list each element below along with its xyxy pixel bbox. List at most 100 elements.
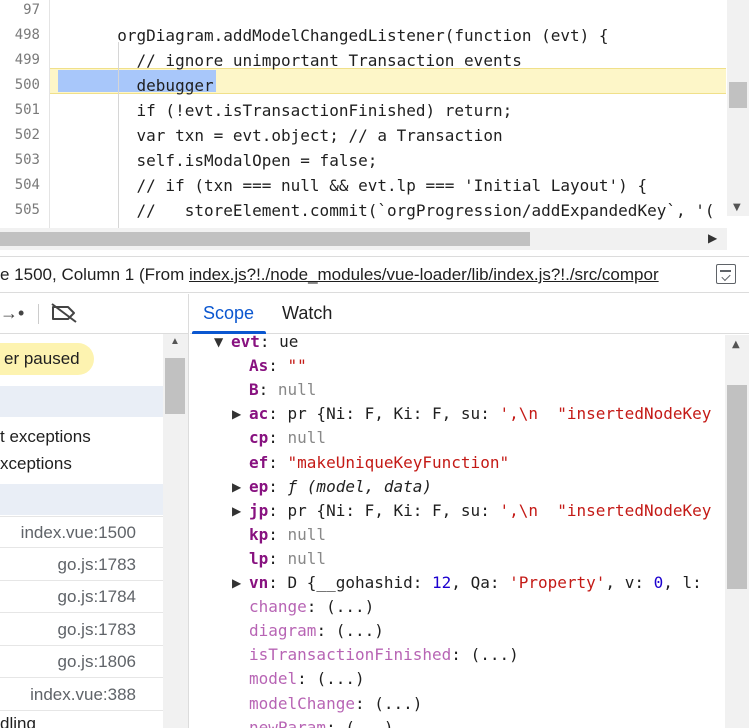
scope-property-row[interactable]: jp: pr {Ni: F, Ki: F, su: ',\n "inserted… bbox=[249, 499, 711, 523]
code-line[interactable]: self.isModalOpen = false; bbox=[98, 148, 378, 173]
line-number[interactable]: 504 bbox=[0, 173, 40, 198]
editor-vertical-scroll-thumb[interactable] bbox=[729, 82, 747, 108]
scroll-up-arrow-icon[interactable]: ▲ bbox=[732, 339, 740, 350]
sidebar-scrollbar[interactable]: ▲ bbox=[163, 334, 188, 728]
property-key: cp bbox=[249, 428, 269, 448]
scope-property-row[interactable]: model: (...) bbox=[249, 667, 365, 691]
property-key: As bbox=[249, 356, 269, 376]
property-value: , Qa: bbox=[451, 573, 510, 592]
property-value: 'Property' bbox=[509, 573, 606, 592]
collapsed-triangle-icon[interactable]: ▶ bbox=[232, 402, 241, 426]
property-key: B bbox=[249, 380, 259, 400]
scope-property-row[interactable]: lp: null bbox=[249, 547, 326, 571]
code-line[interactable]: // ignore unimportant Transaction events bbox=[98, 48, 522, 73]
breakpoints-section-header[interactable] bbox=[0, 386, 163, 417]
property-value: null bbox=[287, 524, 327, 544]
line-number[interactable]: 498 bbox=[0, 23, 40, 48]
scope-property-row[interactable]: modelChange: (...) bbox=[249, 692, 422, 716]
debugger-toolbar: →• bbox=[0, 294, 188, 334]
property-value: D {__gohashid: bbox=[287, 573, 433, 592]
call-stack-section-header[interactable] bbox=[0, 484, 163, 515]
line-number[interactable]: 502 bbox=[0, 123, 40, 148]
debugger-sidebar: →• er paused t exceptions xceptions inde… bbox=[0, 294, 189, 728]
property-key: jp bbox=[249, 500, 269, 520]
property-key: ac bbox=[249, 404, 269, 424]
line-number[interactable]: 501 bbox=[0, 98, 40, 123]
scope-property-row[interactable]: vn: D {__gohashid: 12, Qa: 'Property', v… bbox=[249, 571, 711, 595]
line-number[interactable]: 499 bbox=[0, 48, 40, 73]
scope-property-row[interactable]: B: null bbox=[249, 378, 316, 402]
scope-property-row[interactable]: As: "" bbox=[249, 354, 307, 378]
line-number[interactable]: 505 bbox=[0, 198, 40, 223]
scope-property-row[interactable]: cp: null bbox=[249, 426, 326, 450]
property-key: change bbox=[249, 597, 307, 617]
scope-property-row[interactable]: ef: "makeUniqueKeyFunction" bbox=[249, 451, 509, 475]
property-value: ue bbox=[279, 332, 299, 351]
editor-horizontal-scroll-thumb[interactable] bbox=[0, 232, 530, 246]
gutter-border bbox=[49, 0, 50, 230]
step-icon[interactable]: →• bbox=[0, 303, 24, 324]
scope-property-row[interactable]: evt: ue bbox=[231, 330, 298, 354]
property-value: null bbox=[287, 428, 327, 448]
property-value: null bbox=[287, 548, 327, 568]
property-value: (...) bbox=[345, 717, 394, 728]
property-value: ƒ (model, data) bbox=[287, 476, 433, 496]
scope-property-row[interactable]: change: (...) bbox=[249, 595, 374, 619]
coverage-icon[interactable] bbox=[716, 264, 736, 284]
property-value: pr {Ni: F, Ki: F, su: bbox=[287, 500, 500, 520]
scope-property-row[interactable]: ac: pr {Ni: F, Ki: F, su: ',\n "inserted… bbox=[249, 402, 711, 426]
pause-caught-exceptions-option[interactable]: xceptions bbox=[0, 454, 163, 474]
toolbar-separator bbox=[38, 304, 39, 324]
scope-property-row[interactable]: diagram: (...) bbox=[249, 619, 384, 643]
property-key: modelChange bbox=[249, 693, 355, 713]
editor-vertical-scrollbar[interactable]: ▼ bbox=[727, 0, 749, 216]
property-value: (...) bbox=[326, 597, 375, 617]
line-number[interactable]: 503 bbox=[0, 148, 40, 173]
call-frame-item[interactable]: index.vue:388 bbox=[0, 679, 163, 711]
call-frame-item[interactable]: go.js:1783 bbox=[0, 614, 163, 646]
pause-uncaught-exceptions-option[interactable]: t exceptions bbox=[0, 427, 163, 447]
scroll-up-arrow-icon[interactable]: ▲ bbox=[170, 336, 180, 347]
deactivate-breakpoints-icon[interactable] bbox=[50, 302, 78, 324]
code-line[interactable]: debugger bbox=[98, 73, 214, 98]
scope-scrollbar[interactable]: ▲ bbox=[725, 335, 749, 728]
editor-horizontal-scrollbar[interactable]: ▶ bbox=[0, 228, 727, 250]
property-key: vn bbox=[249, 573, 269, 592]
property-key: ep bbox=[249, 476, 269, 496]
code-line[interactable]: if (!evt.isTransactionFinished) return; bbox=[98, 98, 513, 123]
collapsed-triangle-icon[interactable]: ▶ bbox=[232, 499, 241, 523]
scope-property-row[interactable]: kp: null bbox=[249, 523, 326, 547]
property-value: "makeUniqueKeyFunction" bbox=[287, 452, 510, 472]
scroll-right-arrow-icon[interactable]: ▶ bbox=[708, 231, 717, 245]
scope-property-row[interactable]: ep: ƒ (model, data) bbox=[249, 475, 432, 499]
expanded-triangle-icon[interactable]: ▼ bbox=[214, 330, 223, 354]
code-line[interactable]: var txn = evt.object; // a Transaction bbox=[98, 123, 503, 148]
scroll-down-arrow-icon[interactable]: ▼ bbox=[733, 202, 741, 213]
source-editor[interactable]: 97 498 orgDiagram.addModelChangedListener… bbox=[0, 0, 749, 230]
call-frame-item[interactable]: go.js:1806 bbox=[0, 646, 163, 679]
tab-watch[interactable]: Watch bbox=[282, 303, 332, 324]
scope-property-row[interactable]: isTransactionFinished: (...) bbox=[249, 643, 519, 667]
collapsed-triangle-icon[interactable]: ▶ bbox=[232, 475, 241, 499]
line-number[interactable]: 97 bbox=[0, 0, 40, 23]
collapsed-triangle-icon[interactable]: ▶ bbox=[232, 571, 241, 595]
property-key: lp bbox=[249, 548, 269, 568]
source-map-link[interactable]: index.js?!./node_modules/vue-loader/lib/… bbox=[189, 265, 659, 284]
tab-scope[interactable]: Scope bbox=[203, 303, 254, 324]
call-frame-item[interactable]: index.vue:1500 bbox=[0, 516, 163, 548]
property-value: 12 bbox=[432, 573, 452, 592]
property-value: pr {Ni: F, Ki: F, su: bbox=[287, 404, 500, 424]
code-line[interactable]: // if (txn === null && evt.lp === 'Initi… bbox=[98, 173, 648, 198]
code-line[interactable]: orgDiagram.addModelChangedListener(funct… bbox=[98, 23, 608, 48]
property-key: evt bbox=[231, 332, 260, 351]
scope-scroll-thumb[interactable] bbox=[727, 385, 747, 589]
scope-property-row[interactable]: newParam: (...) bbox=[249, 716, 394, 728]
property-value: ',\n "insertedNodeKey bbox=[499, 404, 712, 424]
property-value: 0 bbox=[653, 573, 664, 592]
line-number[interactable]: 500 bbox=[0, 73, 40, 98]
code-line[interactable]: // storeElement.commit(`orgProgression/a… bbox=[98, 198, 715, 223]
call-frame-item[interactable]: go.js:1783 bbox=[0, 549, 163, 581]
sidebar-scroll-thumb[interactable] bbox=[165, 358, 185, 414]
paused-on-breakpoint-badge: er paused bbox=[0, 343, 94, 375]
call-frame-item[interactable]: go.js:1784 bbox=[0, 581, 163, 614]
